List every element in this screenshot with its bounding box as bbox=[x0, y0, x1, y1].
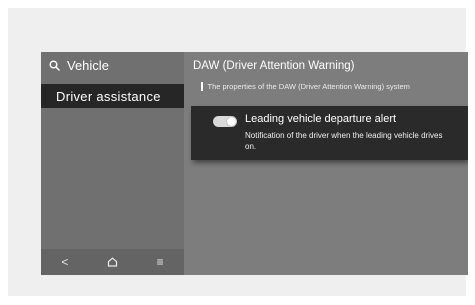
subtitle-marker bbox=[201, 82, 203, 91]
section-subtitle: The properties of the DAW (Driver Attent… bbox=[201, 82, 410, 91]
setting-title: Leading vehicle departure alert bbox=[245, 113, 397, 125]
bottom-nav-bar: < ≡ bbox=[41, 249, 184, 275]
home-button[interactable] bbox=[97, 257, 127, 267]
search-icon bbox=[49, 60, 60, 71]
sidebar-item-driver-assistance[interactable]: Driver assistance bbox=[41, 84, 184, 108]
home-icon bbox=[107, 257, 118, 267]
menu-button[interactable]: ≡ bbox=[145, 255, 175, 269]
figure-frame: Vehicle Driver assistance < ≡ DAW (Drive… bbox=[8, 8, 468, 296]
leading-vehicle-alert-toggle[interactable] bbox=[213, 116, 237, 127]
search-vehicle[interactable]: Vehicle bbox=[49, 58, 109, 73]
infotainment-screen: Vehicle Driver assistance < ≡ DAW (Drive… bbox=[41, 52, 468, 275]
page-title: DAW (Driver Attention Warning) bbox=[193, 60, 355, 72]
toggle-knob bbox=[227, 117, 236, 126]
sidebar-item-label: Driver assistance bbox=[56, 88, 161, 104]
setting-description: Notification of the driver when the lead… bbox=[245, 131, 443, 151]
back-button[interactable]: < bbox=[50, 255, 80, 269]
sidebar: Vehicle Driver assistance < ≡ bbox=[41, 52, 184, 275]
setting-card-leading-vehicle-departure[interactable]: Leading vehicle departure alert Notifica… bbox=[191, 106, 468, 160]
subtitle-text: The properties of the DAW (Driver Attent… bbox=[207, 82, 410, 91]
search-label: Vehicle bbox=[67, 58, 109, 73]
